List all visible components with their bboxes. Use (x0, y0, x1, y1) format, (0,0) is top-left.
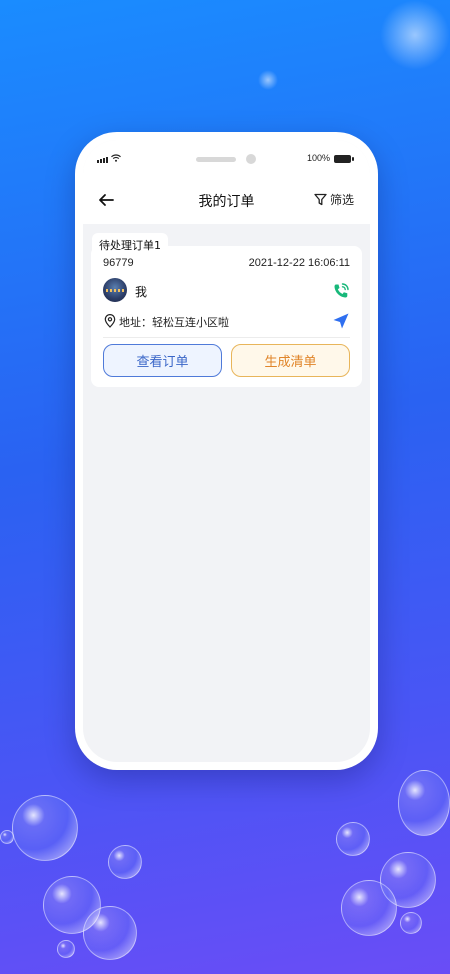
map-pin-icon (104, 314, 116, 328)
background-glow (380, 0, 450, 70)
funnel-icon (314, 193, 327, 206)
battery-percent: 100% (306, 153, 330, 163)
decorative-bubble (108, 845, 142, 879)
filter-button[interactable]: 筛选 (314, 191, 354, 208)
signal-icon (97, 157, 108, 163)
phone-camera (246, 154, 256, 164)
nav-bar: 我的订单 筛选 (83, 180, 370, 224)
decorative-bubble (57, 940, 75, 958)
decorative-bubble (83, 906, 137, 960)
decorative-bubble (400, 912, 422, 934)
filter-label: 筛选 (329, 193, 354, 207)
view-order-button[interactable]: 查看订单 (103, 344, 222, 377)
wifi-icon (111, 154, 121, 162)
background-glow (258, 70, 278, 90)
order-address: 地址：轻松互连小区啦 (119, 316, 229, 329)
customer-name: 我 (135, 285, 148, 299)
decorative-bubble (336, 822, 370, 856)
order-time: 2021-12-22 16:06:11 (248, 257, 350, 269)
app-screen: 100% 我的订单 筛选 96779 2021-12-22 16:06:11 我 (83, 140, 370, 762)
decorative-bubble (341, 880, 397, 936)
phone-speaker (196, 157, 236, 162)
decorative-bubble (0, 830, 14, 844)
decorative-bubble (398, 770, 450, 836)
status-bar: 100% (83, 140, 370, 180)
order-number: 96779 (103, 257, 134, 269)
navigation-arrow-icon[interactable] (332, 312, 350, 330)
generate-list-button[interactable]: 生成清单 (231, 344, 350, 377)
avatar (103, 278, 127, 302)
decorative-bubble (12, 795, 78, 861)
tab-pending-orders[interactable]: 待处理订单1 (92, 233, 168, 257)
battery-icon (334, 155, 354, 163)
phone-mockup: 100% 我的订单 筛选 96779 2021-12-22 16:06:11 我 (75, 132, 378, 770)
order-card: 96779 2021-12-22 16:06:11 我 地址：轻松互连小区啦 查… (91, 246, 362, 387)
card-divider (103, 337, 350, 338)
phone-call-icon[interactable] (332, 282, 350, 300)
